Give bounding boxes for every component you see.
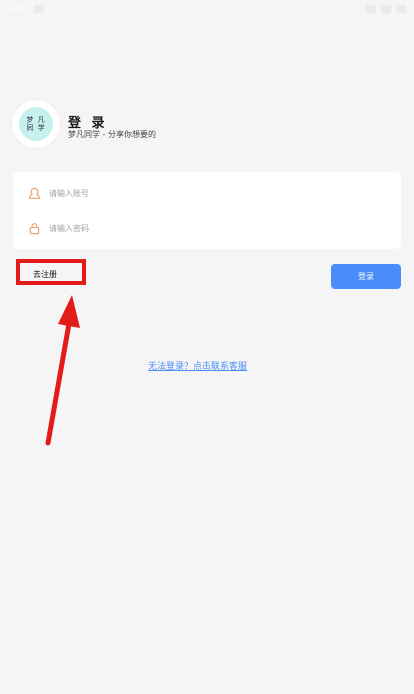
logo-text-line1: 梦 凡 [26,116,46,124]
password-input[interactable] [49,223,349,233]
signal-icon [381,5,391,13]
status-bar: 2:40 [0,0,414,18]
battery-icon [396,5,406,13]
page-subtitle: 梦凡同学 - 分享你想要的 [68,130,156,139]
status-right [366,5,406,13]
notification-icon [34,5,45,13]
logo-badge: 梦 凡 同 学 [19,107,53,141]
account-input[interactable] [49,188,349,198]
status-left: 2:40 [8,4,45,14]
login-form-card [13,172,401,249]
register-link[interactable]: 去注册 [33,269,57,280]
annotation-arrow [45,295,80,446]
contact-support-link[interactable]: 无法登录？点击联系客服 [148,359,247,372]
password-field[interactable] [13,211,401,245]
account-field[interactable] [13,176,401,210]
app-logo: 梦 凡 同 学 [12,100,60,148]
wifi-icon [366,5,376,13]
status-time: 2:40 [8,4,29,14]
account-icon [27,186,41,200]
login-button[interactable]: 登录 [331,264,401,289]
lock-icon [27,221,41,235]
logo-text-line2: 同 学 [26,124,46,132]
